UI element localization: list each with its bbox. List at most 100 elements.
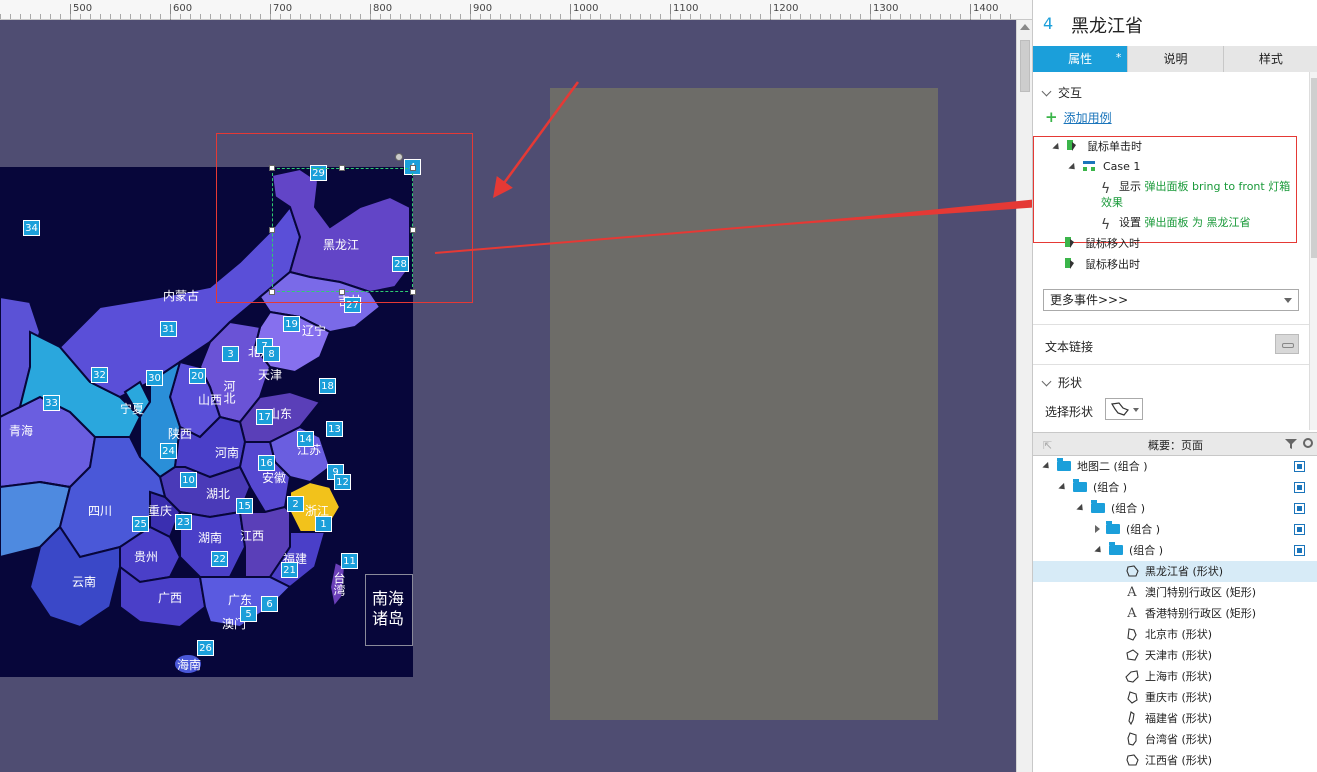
ruler-minor-tick <box>310 14 311 19</box>
widget-name-field[interactable]: 黑龙江省 <box>1071 12 1143 38</box>
map-number-badge[interactable]: 34 <box>23 220 40 236</box>
resize-handle-n[interactable] <box>339 165 345 171</box>
map-number-badge[interactable]: 10 <box>180 472 197 488</box>
outline-row[interactable]: 江西省 (形状) <box>1033 750 1317 771</box>
design-canvas[interactable]: 500 600 700 800 900 1000 1100 1200 1300 1400 <box>0 0 1032 772</box>
map-number-badge[interactable]: 14 <box>297 431 314 447</box>
outline-row[interactable]: 台湾省 (形状) <box>1033 729 1317 750</box>
text-shape-icon: A <box>1127 606 1137 621</box>
map-number-badge[interactable]: 25 <box>132 516 149 532</box>
visibility-toggle[interactable] <box>1294 482 1305 493</box>
shape-section-header[interactable]: 形状 <box>1041 374 1082 391</box>
popup-panel-placeholder[interactable] <box>550 88 938 720</box>
ruler-minor-tick <box>490 14 491 19</box>
event-on-mouse-enter[interactable]: 鼠标移入时 <box>1065 235 1140 251</box>
map-number-badge[interactable]: 22 <box>211 551 228 567</box>
outline-row[interactable]: 地图二 (组合 ) <box>1033 456 1317 477</box>
map-number-badge[interactable]: 5 <box>240 606 257 622</box>
map-number-badge[interactable]: 21 <box>281 562 298 578</box>
map-number-badge[interactable]: 30 <box>146 370 163 386</box>
ruler-minor-tick <box>120 14 121 19</box>
ruler-minor-tick <box>520 14 521 19</box>
expand-triangle-icon[interactable] <box>1076 503 1086 514</box>
scroll-thumb[interactable] <box>1311 78 1317 258</box>
outline-row[interactable]: (组合 ) <box>1033 498 1317 519</box>
map-number-badge[interactable]: 31 <box>160 321 177 337</box>
map-number-badge[interactable]: 19 <box>283 316 300 332</box>
province-label-shanxi: 山西 <box>198 393 223 407</box>
visibility-toggle[interactable] <box>1294 524 1305 535</box>
scroll-up-arrow-icon[interactable] <box>1020 24 1030 30</box>
visibility-toggle[interactable] <box>1294 461 1305 472</box>
interactions-section-header[interactable]: 交互 <box>1041 84 1082 101</box>
province-label-hunan: 湖南 <box>198 531 223 545</box>
tab-properties[interactable]: 属性 * <box>1033 46 1129 72</box>
map-number-badge[interactable]: 23 <box>175 514 192 530</box>
event-on-click[interactable]: 鼠标单击时 <box>1052 138 1142 154</box>
map-number-badge[interactable]: 2 <box>287 496 304 512</box>
outline-row[interactable]: (组合 ) <box>1033 540 1317 561</box>
tab-style[interactable]: 样式 <box>1223 46 1317 72</box>
collapse-triangle-icon[interactable] <box>1095 525 1100 533</box>
map-number-badge[interactable]: 12 <box>334 474 351 490</box>
expand-triangle-icon[interactable] <box>1094 545 1104 556</box>
more-events-dropdown[interactable]: 更多事件>>> <box>1043 289 1299 311</box>
scroll-thumb[interactable] <box>1020 40 1030 92</box>
custom-shape-icon <box>1127 732 1137 746</box>
outline-row-content: A 香港特别行政区 (矩形) <box>1125 603 1256 624</box>
map-number-badge[interactable]: 32 <box>91 367 108 383</box>
resize-handle-e[interactable] <box>410 227 416 233</box>
resize-handle-nw[interactable] <box>269 165 275 171</box>
map-number-badge[interactable]: 8 <box>263 346 280 362</box>
resize-handle-sw[interactable] <box>269 289 275 295</box>
event-on-mouse-leave[interactable]: 鼠标移出时 <box>1065 256 1140 272</box>
resize-handle-s[interactable] <box>339 289 345 295</box>
filter-icon[interactable] <box>1285 439 1297 449</box>
visibility-toggle[interactable] <box>1294 545 1305 556</box>
map-number-badge[interactable]: 26 <box>197 640 214 656</box>
outline-row[interactable]: 重庆市 (形状) <box>1033 687 1317 708</box>
action-set-panel[interactable]: ϟ 设置 弹出面板 为 黑龙江省 <box>1101 214 1251 232</box>
canvas-vertical-scrollbar[interactable] <box>1016 20 1032 772</box>
tab-notes[interactable]: 说明 <box>1128 46 1224 72</box>
map-number-badge[interactable]: 11 <box>341 553 358 569</box>
map-number-badge[interactable]: 1 <box>315 516 332 532</box>
case-1[interactable]: Case 1 <box>1068 160 1140 173</box>
map-number-badge[interactable]: 15 <box>236 498 253 514</box>
resize-handle-w[interactable] <box>269 227 275 233</box>
map-number-badge[interactable]: 3 <box>222 346 239 362</box>
map-number-badge[interactable]: 18 <box>319 378 336 394</box>
search-icon[interactable] <box>1303 438 1313 448</box>
map-number-badge[interactable]: 20 <box>189 368 206 384</box>
outline-row[interactable]: (组合 ) <box>1033 519 1317 540</box>
link-icon-button[interactable] <box>1275 334 1299 354</box>
ruler-minor-tick <box>970 14 971 19</box>
outline-row[interactable]: 天津市 (形状) <box>1033 645 1317 666</box>
add-case-link[interactable]: + 添加用例 <box>1045 108 1112 126</box>
resize-handle-ne[interactable] <box>410 165 416 171</box>
map-number-badge[interactable]: 16 <box>258 455 275 471</box>
map-number-badge[interactable]: 13 <box>326 421 343 437</box>
expand-triangle-icon[interactable] <box>1042 461 1052 472</box>
outline-row[interactable]: (组合 ) <box>1033 477 1317 498</box>
province-label-guizhou: 贵州 <box>134 550 159 564</box>
shape-picker-dropdown[interactable] <box>1105 398 1143 420</box>
map-number-badge[interactable]: 33 <box>43 395 60 411</box>
action-show-panel[interactable]: ϟ 显示 弹出面板 bring to front 灯箱效果 <box>1101 180 1297 209</box>
outline-row[interactable]: A 香港特别行政区 (矩形) <box>1033 603 1317 624</box>
map-number-badge[interactable]: 17 <box>256 409 273 425</box>
ruler-minor-tick <box>510 14 511 19</box>
outline-row[interactable]: 福建省 (形状) <box>1033 708 1317 729</box>
expand-triangle-icon[interactable] <box>1058 482 1068 493</box>
map-number-badge[interactable]: 24 <box>160 443 177 459</box>
outline-row[interactable]: 北京市 (形状) <box>1033 624 1317 645</box>
map-number-badge[interactable]: 6 <box>261 596 278 612</box>
outline-row[interactable]: 上海市 (形状) <box>1033 666 1317 687</box>
outline-row[interactable]: 黑龙江省 (形状) <box>1033 561 1317 582</box>
visibility-toggle[interactable] <box>1294 503 1305 514</box>
outline-row[interactable]: A 澳门特别行政区 (矩形) <box>1033 582 1317 603</box>
rotation-handle[interactable] <box>395 153 403 161</box>
properties-scrollbar[interactable] <box>1309 72 1317 430</box>
ruler-minor-tick <box>580 14 581 19</box>
resize-handle-se[interactable] <box>410 289 416 295</box>
